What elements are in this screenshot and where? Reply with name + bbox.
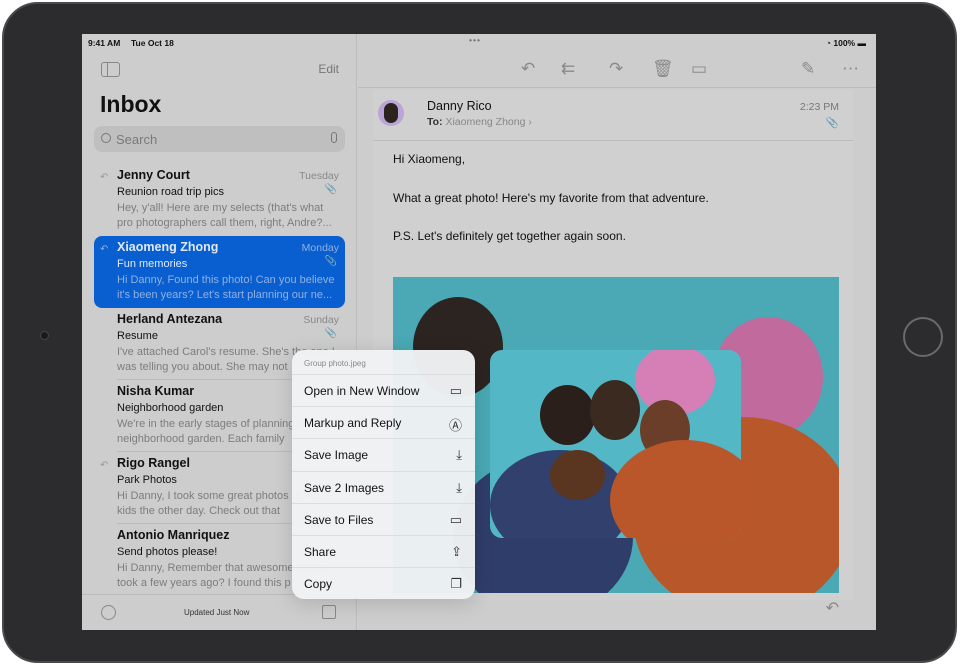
- menu-item-label: Copy: [304, 577, 333, 592]
- sender-name: Rigo Rangel: [117, 456, 190, 470]
- message-toolbar: ↶ ⇇ ↷ 🗑 ▭ ✎ ⋯: [358, 52, 876, 88]
- message-date: Sunday: [303, 314, 339, 326]
- menu-item-save-to-files[interactable]: Save to Files ▭: [292, 504, 475, 536]
- multitasking-icon[interactable]: •••: [469, 35, 481, 45]
- more-icon[interactable]: ⋯: [842, 59, 859, 79]
- status-time: 9:41 AM: [88, 38, 121, 48]
- trash-icon[interactable]: 🗑: [652, 59, 674, 79]
- message-date: Monday: [301, 242, 339, 254]
- status-date: Tue Oct 18: [131, 38, 174, 48]
- body-line: Hi Xiaomeng,: [393, 152, 466, 166]
- home-button[interactable]: [903, 317, 943, 357]
- image-preview: [490, 350, 741, 538]
- compose-icon[interactable]: ✎: [801, 59, 815, 79]
- list-item[interactable]: ↶ Xiaomeng Zhong Monday Fun memories 📎 Hi Dan…: [94, 236, 345, 308]
- menu-item-copy[interactable]: Copy ❐: [292, 568, 475, 599]
- menu-item-share[interactable]: Share ⇪: [292, 536, 475, 569]
- menu-title: Group photo.jpeg: [292, 350, 475, 375]
- menu-item-icon: ▭: [449, 511, 462, 527]
- battery-status: ◔ 100% ▬: [825, 38, 866, 48]
- list-item[interactable]: ↶ Jenny Court Tuesday Reunion road trip pic…: [94, 164, 345, 236]
- body-line: P.S. Let's definitely get together again…: [393, 229, 626, 243]
- sender-name[interactable]: Danny Rico: [427, 99, 492, 113]
- attachment-icon: 📎: [324, 184, 337, 195]
- message-preview: Hi Danny, Found this photo! Can you beli…: [117, 274, 335, 301]
- body-line: What a great photo! Here's my favorite f…: [393, 191, 709, 205]
- menu-item-save-2-images[interactable]: Save 2 Images ⤓: [292, 472, 475, 504]
- menu-item-label: Save Image: [304, 448, 369, 463]
- context-menu: Group photo.jpeg Open in New Window ▭ Mark…: [292, 350, 475, 599]
- recipient-name[interactable]: Xiaomeng Zhong ›: [445, 116, 531, 128]
- menu-item-label: Open in New Window: [304, 384, 420, 398]
- search-input[interactable]: Search: [94, 126, 345, 152]
- message-time: 2:23 PM: [799, 101, 839, 113]
- reply-icon[interactable]: ↶: [521, 59, 535, 79]
- sidebar-footer: Updated Just Now: [82, 594, 356, 630]
- sender-name: Xiaomeng Zhong: [117, 240, 219, 254]
- microphone-icon[interactable]: [331, 132, 337, 143]
- message-subject: Reunion road trip pics: [117, 186, 225, 198]
- menu-item-label: Save 2 Images: [304, 480, 385, 495]
- menu-item-label: Share: [304, 544, 337, 559]
- menu-item-icon: ⤓: [456, 479, 462, 495]
- filter-icon[interactable]: [101, 605, 116, 620]
- front-camera: [40, 331, 49, 340]
- divider: [373, 140, 853, 141]
- battery-percent: 100%: [833, 38, 856, 48]
- sender-name: Antonio Manriquez: [117, 528, 230, 542]
- avatar: [378, 100, 404, 126]
- menu-item-markup-and-reply[interactable]: Markup and Reply Ⓐ: [292, 407, 475, 440]
- recipient-line[interactable]: To: Xiaomeng Zhong ›: [427, 116, 532, 128]
- forward-icon[interactable]: ↷: [609, 59, 623, 79]
- reply-all-icon[interactable]: ⇇: [561, 59, 575, 79]
- update-status: Updated Just Now: [184, 608, 250, 617]
- replied-icon: ↶: [100, 244, 109, 255]
- edit-button[interactable]: Edit: [318, 62, 339, 76]
- menu-item-open-in-new-window[interactable]: Open in New Window ▭: [292, 375, 475, 408]
- attachment-icon: 📎: [324, 256, 337, 267]
- search-icon: [101, 133, 111, 143]
- menu-item-icon: Ⓐ: [448, 418, 462, 434]
- folder-icon[interactable]: ▭: [691, 59, 707, 79]
- sender-name: Nisha Kumar: [117, 384, 195, 398]
- attachment-icon: 📎: [825, 117, 839, 129]
- message-subject: Neighborhood garden: [117, 402, 224, 414]
- menu-item-label: Markup and Reply: [304, 416, 402, 431]
- message-preview: Hey, y'all! Here are my selects (that's …: [117, 202, 332, 229]
- message-subject: Park Photos: [117, 474, 177, 486]
- search-placeholder: Search: [116, 132, 158, 147]
- to-label: To:: [427, 116, 443, 128]
- reply-icon[interactable]: ↶: [826, 598, 839, 618]
- attachment-icon: 📎: [324, 328, 337, 339]
- sender-name: Herland Antezana: [117, 312, 223, 326]
- sidebar-toggle-icon[interactable]: [101, 62, 120, 77]
- screen: Edit Inbox Search ↶ Jenny Court Tuesday Reu…: [82, 34, 876, 630]
- sender-name: Jenny Court: [117, 168, 190, 182]
- menu-item-icon: ⇪: [451, 543, 462, 559]
- menu-item-icon: ▭: [449, 383, 462, 398]
- message-date: Tuesday: [299, 170, 339, 182]
- message-subject: Send photos please!: [117, 546, 218, 558]
- message-subject: Fun memories: [117, 258, 188, 270]
- menu-item-icon: ⤓: [456, 447, 462, 463]
- status-bar: 9:41 AM Tue Oct 18 ••• ◔ 100% ▬: [82, 34, 876, 52]
- message-subject: Resume: [117, 330, 158, 342]
- menu-item-icon: ❐: [450, 576, 462, 592]
- menu-item-label: Save to Files: [304, 512, 374, 527]
- drafts-stack-icon[interactable]: [322, 605, 336, 619]
- menu-item-save-image[interactable]: Save Image ⤓: [292, 439, 475, 472]
- replied-icon: ↶: [100, 172, 109, 183]
- page-title: Inbox: [100, 91, 162, 117]
- replied-icon: ↶: [100, 460, 109, 471]
